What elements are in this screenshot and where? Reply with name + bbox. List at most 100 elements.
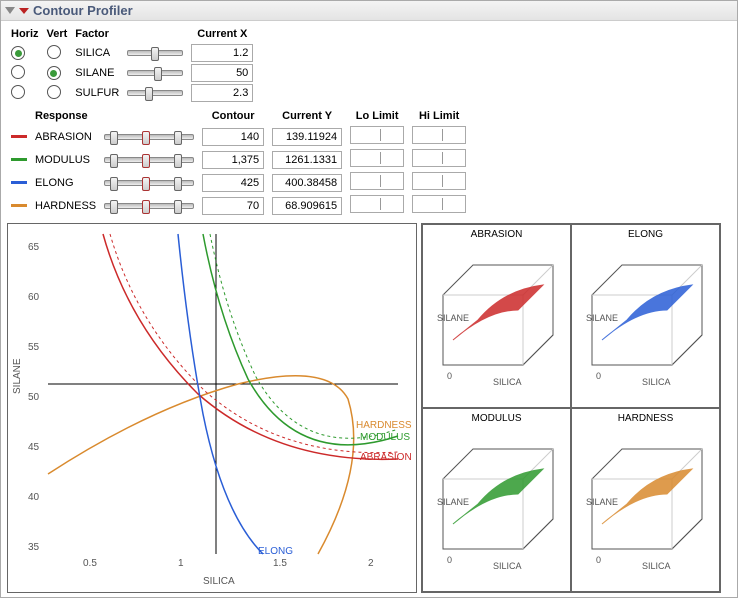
response-row: ABRASION140139.11924 <box>7 125 470 148</box>
label-modulus: MODULUS <box>360 432 410 443</box>
ytick: 35 <box>28 542 39 553</box>
factor-row: SILICA 1.2 <box>7 43 257 63</box>
color-swatch <box>11 158 27 161</box>
factor-slider[interactable] <box>127 50 183 56</box>
ytick: 50 <box>28 392 39 403</box>
label-elong: ELONG <box>258 546 293 557</box>
surf-xlab: SILICA <box>642 377 671 387</box>
color-swatch <box>11 135 27 138</box>
surface-grid: ABRASIONSILANE0SILICAELONGSILANE0SILICAM… <box>421 223 721 593</box>
vert-radio[interactable] <box>47 45 61 59</box>
contour-field[interactable]: 425 <box>202 174 264 192</box>
disclosure-icon[interactable] <box>5 7 15 14</box>
xlabel: SILICA <box>203 576 235 587</box>
response-name: HARDNESS <box>31 194 100 217</box>
limit-slider[interactable] <box>104 180 194 186</box>
lo-limit-field[interactable] <box>350 195 404 213</box>
col-vert: Vert <box>43 25 72 43</box>
contour-plot[interactable]: HARDNESS MODULUS ABRASION ELONG SILANE S… <box>7 223 417 593</box>
vert-radio[interactable] <box>47 66 61 80</box>
col-hilimit: Hi Limit <box>408 107 470 125</box>
col-factor: Factor <box>71 25 123 43</box>
current-x-field[interactable]: 1.2 <box>191 44 253 62</box>
factor-table: Horiz Vert Factor Current X SILICA1.2SIL… <box>7 25 257 103</box>
contour-profiler-window: Contour Profiler Horiz Vert Factor Curre… <box>0 0 738 598</box>
contour-field[interactable]: 70 <box>202 197 264 215</box>
contour-field[interactable]: 1,375 <box>202 151 264 169</box>
current-y: 400.38458 <box>272 174 342 192</box>
hi-limit-field[interactable] <box>412 195 466 213</box>
col-currenty: Current Y <box>268 107 346 125</box>
factor-name: SILICA <box>71 43 123 63</box>
horiz-radio[interactable] <box>11 46 25 60</box>
ytick: 55 <box>28 342 39 353</box>
vert-radio[interactable] <box>47 85 61 99</box>
ytick: 45 <box>28 442 39 453</box>
horiz-radio[interactable] <box>11 65 25 79</box>
col-currentx: Current X <box>187 25 257 43</box>
surf-zero: 0 <box>596 371 601 381</box>
factor-row: SILANE 50 <box>7 63 257 83</box>
surf-xlab: SILICA <box>642 561 671 571</box>
limit-slider[interactable] <box>104 203 194 209</box>
color-swatch <box>11 204 27 207</box>
response-name: ELONG <box>31 171 100 194</box>
ylabel: SILANE <box>12 358 23 394</box>
factor-name: SILANE <box>71 63 123 83</box>
current-y: 68.909615 <box>272 197 342 215</box>
surf-xlab: SILICA <box>493 561 522 571</box>
surf-zero: 0 <box>596 555 601 565</box>
color-swatch <box>11 181 27 184</box>
hi-limit-field[interactable] <box>412 172 466 190</box>
titlebar: Contour Profiler <box>1 1 737 21</box>
hi-limit-field[interactable] <box>412 149 466 167</box>
lo-limit-field[interactable] <box>350 149 404 167</box>
limit-slider[interactable] <box>104 134 194 140</box>
response-table: Response Contour Current Y Lo Limit Hi L… <box>7 107 470 217</box>
col-response: Response <box>31 107 100 125</box>
surface-plot[interactable]: MODULUSSILANE0SILICA <box>422 408 571 592</box>
factor-name: SULFUR <box>71 83 123 103</box>
xtick: 1 <box>178 558 184 569</box>
menu-icon[interactable] <box>19 8 29 14</box>
col-lolimit: Lo Limit <box>346 107 408 125</box>
response-name: MODULUS <box>31 148 100 171</box>
xtick: 1.5 <box>273 558 287 569</box>
current-y: 1261.1331 <box>272 151 342 169</box>
surf-ylab: SILANE <box>586 313 618 323</box>
factor-slider[interactable] <box>127 70 183 76</box>
current-x-field[interactable]: 2.3 <box>191 84 253 102</box>
ytick: 65 <box>28 242 39 253</box>
ytick: 40 <box>28 492 39 503</box>
response-row: MODULUS 1,375 1261.1331 <box>7 148 470 171</box>
surface-plot[interactable]: ELONGSILANE0SILICA <box>571 224 720 408</box>
horiz-radio[interactable] <box>11 85 25 99</box>
label-hardness: HARDNESS <box>356 420 412 431</box>
current-x-field[interactable]: 50 <box>191 64 253 82</box>
lo-limit-field[interactable] <box>350 172 404 190</box>
surf-ylab: SILANE <box>586 497 618 507</box>
col-horiz: Horiz <box>7 25 43 43</box>
label-abrasion: ABRASION <box>360 452 412 463</box>
lo-limit-field[interactable] <box>350 126 404 144</box>
surf-xlab: SILICA <box>493 377 522 387</box>
ytick: 60 <box>28 292 39 303</box>
surf-ylab: SILANE <box>437 497 469 507</box>
col-contour: Contour <box>198 107 268 125</box>
xtick: 2 <box>368 558 374 569</box>
factor-slider[interactable] <box>127 90 183 96</box>
surf-zero: 0 <box>447 555 452 565</box>
response-row: HARDNESS 70 68.909615 <box>7 194 470 217</box>
response-name: ABRASION <box>31 125 100 148</box>
surf-ylab: SILANE <box>437 313 469 323</box>
contour-plot-svg <box>8 224 418 594</box>
limit-slider[interactable] <box>104 157 194 163</box>
surface-plot[interactable]: ABRASIONSILANE0SILICA <box>422 224 571 408</box>
contour-field[interactable]: 140 <box>202 128 264 146</box>
window-title: Contour Profiler <box>33 3 133 18</box>
hi-limit-field[interactable] <box>412 126 466 144</box>
surface-plot[interactable]: HARDNESSSILANE0SILICA <box>571 408 720 592</box>
response-row: ELONG 425 400.38458 <box>7 171 470 194</box>
factor-row: SULFUR 2.3 <box>7 83 257 103</box>
surf-zero: 0 <box>447 371 452 381</box>
